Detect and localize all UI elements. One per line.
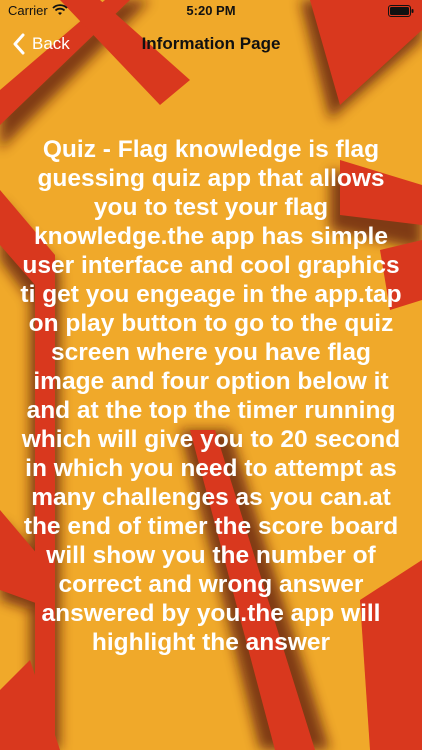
status-bar: Carrier 5:20 PM xyxy=(0,0,422,22)
status-time: 5:20 PM xyxy=(186,3,236,18)
navigation-bar: Back Information Page xyxy=(0,22,422,66)
page-title: Information Page xyxy=(141,34,281,53)
description-text: Quiz - Flag knowledge is flag guessing q… xyxy=(20,136,402,656)
battery-icon xyxy=(388,5,414,17)
